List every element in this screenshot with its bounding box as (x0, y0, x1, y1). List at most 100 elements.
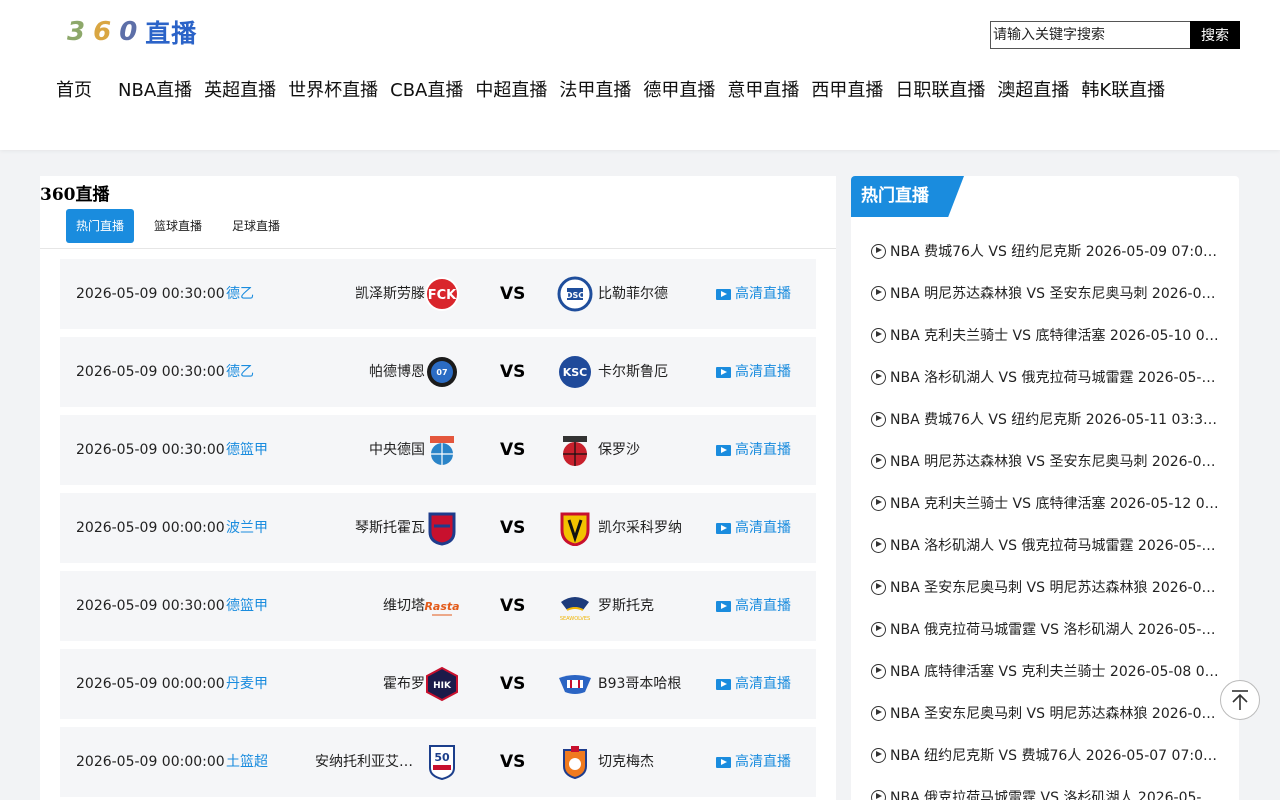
match-time: 2026-05-09 00:00:00 (76, 676, 225, 692)
svg-text:07: 07 (436, 368, 447, 377)
nav-item-world-cup[interactable]: 世界杯直播 (282, 76, 384, 106)
site-logo[interactable]: 3 6 0 直播 (67, 14, 197, 50)
hot-live-item[interactable]: NBA 纽约尼克斯 VS 费城76人 2026-05-07 07:00:00 (871, 734, 1221, 776)
hot-live-item[interactable]: NBA 明尼苏达森林狼 VS 圣安东尼奥马刺 2026-05-12 09:30:… (871, 440, 1221, 482)
away-team-logo: SEAWOLVES (557, 588, 593, 624)
hot-live-item-text: NBA 明尼苏达森林狼 VS 圣安东尼奥马刺 2026-05-10 08:00:… (890, 286, 1220, 302)
hot-live-item-text: NBA 明尼苏达森林狼 VS 圣安东尼奥马刺 2026-05-12 09:30:… (890, 454, 1220, 470)
sidebar-header: 热门直播 (851, 176, 964, 217)
vs-label: VS (500, 518, 526, 538)
home-team-name: 帕德博恩 (369, 364, 425, 380)
hd-live-link[interactable]: 高清直播 (716, 259, 791, 329)
hd-live-link[interactable]: 高清直播 (716, 649, 791, 719)
hot-live-item-text: NBA 俄克拉荷马城雷霆 VS 洛杉矶湖人 2026-05-08 09:30:0… (890, 622, 1220, 638)
match-league[interactable]: 土篮超 (226, 727, 268, 797)
away-team-name: B93哥本哈根 (598, 676, 682, 692)
hot-live-item-text: NBA 费城76人 VS 纽约尼克斯 2026-05-11 03:30:00 (890, 412, 1220, 428)
away-team-logo (557, 510, 593, 547)
page-title: 360直播 (40, 185, 110, 205)
home-team-logo: 50 (424, 744, 460, 781)
match-row: 2026-05-09 00:30:00 德乙 帕德博恩 07 VS KSC 卡尔… (60, 337, 816, 407)
hot-live-item[interactable]: NBA 洛杉矶湖人 VS 俄克拉荷马城雷霆 2026-05-12 10:30:0… (871, 524, 1221, 566)
match-league[interactable]: 丹麦甲 (226, 649, 268, 719)
hot-live-list: NBA 费城76人 VS 纽约尼克斯 2026-05-09 07:00:00 NB… (871, 230, 1221, 800)
hd-live-label: 高清直播 (735, 754, 791, 770)
nav-item-csl[interactable]: 中超直播 (469, 76, 553, 106)
tab-hot[interactable]: 热门直播 (66, 209, 135, 243)
back-to-top-button[interactable] (1220, 680, 1260, 720)
hd-live-label: 高清直播 (735, 598, 791, 614)
hot-live-item[interactable]: NBA 明尼苏达森林狼 VS 圣安东尼奥马刺 2026-05-10 08:00:… (871, 272, 1221, 314)
hot-live-item[interactable]: NBA 费城76人 VS 纽约尼克斯 2026-05-11 03:30:00 (871, 398, 1221, 440)
hot-live-item[interactable]: NBA 底特律活塞 VS 克利夫兰骑士 2026-05-08 07:00:00 (871, 650, 1221, 692)
away-team-logo (557, 666, 593, 702)
vs-label: VS (500, 752, 526, 772)
hot-live-item[interactable]: NBA 克利夫兰骑士 VS 底特律活塞 2026-05-10 03:00:00 (871, 314, 1221, 356)
nav-item-nba[interactable]: NBA直播 (112, 76, 198, 106)
hot-live-item[interactable]: NBA 圣安东尼奥马刺 VS 明尼苏达森林狼 2026-05-05 09:30:… (871, 692, 1221, 734)
arrow-up-icon (1232, 690, 1248, 710)
away-team-logo (557, 432, 593, 468)
hot-live-item[interactable]: NBA 俄克拉荷马城雷霆 VS 洛杉矶湖人 2026-05-08 09:30:0… (871, 608, 1221, 650)
hot-live-item-text: NBA 洛杉矶湖人 VS 俄克拉荷马城雷霆 2026-05-10 10:30:0… (890, 370, 1220, 386)
tab-football[interactable]: 足球直播 (222, 209, 290, 243)
search-button[interactable]: 搜索 (1190, 21, 1240, 49)
hot-live-item-text: NBA 底特律活塞 VS 克利夫兰骑士 2026-05-08 07:00:00 (890, 664, 1220, 680)
hd-live-link[interactable]: 高清直播 (716, 415, 791, 485)
svg-text:Rasta: Rasta (424, 600, 459, 613)
home-team-logo: Rasta (424, 588, 460, 624)
video-play-icon (716, 288, 731, 300)
hot-live-item[interactable]: NBA 圣安东尼奥马刺 VS 明尼苏达森林狼 2026-05-07 09:30:… (871, 566, 1221, 608)
hd-live-link[interactable]: 高清直播 (716, 337, 791, 407)
svg-text:KSC: KSC (563, 366, 588, 379)
play-circle-icon (871, 537, 886, 553)
nav-item-serie-a[interactable]: 意甲直播 (721, 76, 805, 106)
match-league[interactable]: 德篮甲 (226, 571, 268, 641)
vs-label: VS (500, 440, 526, 460)
svg-text:FCK: FCK (428, 288, 457, 303)
logo-digit: 6 (93, 17, 112, 47)
away-team-name: 切克梅杰 (598, 754, 654, 770)
search-input[interactable] (990, 21, 1190, 49)
nav-item-k-league[interactable]: 韩K联直播 (1075, 76, 1171, 106)
match-league[interactable]: 波兰甲 (226, 493, 268, 563)
home-team-logo (424, 432, 460, 468)
svg-text:SEAWOLVES: SEAWOLVES (560, 616, 590, 622)
nav-item-home[interactable]: 首页 (50, 76, 98, 106)
nav-item-bundesliga[interactable]: 德甲直播 (637, 76, 721, 106)
hd-live-link[interactable]: 高清直播 (716, 727, 791, 797)
away-team-name: 比勒菲尔德 (598, 286, 668, 302)
hot-live-item[interactable]: NBA 洛杉矶湖人 VS 俄克拉荷马城雷霆 2026-05-10 10:30:0… (871, 356, 1221, 398)
svg-text:HIK: HIK (433, 681, 452, 691)
hot-live-item-text: NBA 克利夫兰骑士 VS 底特律活塞 2026-05-12 08:00:00 (890, 496, 1220, 512)
nav-item-la-liga[interactable]: 西甲直播 (805, 76, 889, 106)
match-time: 2026-05-09 00:00:00 (76, 754, 225, 770)
away-team-name: 保罗沙 (598, 442, 640, 458)
match-row: 2026-05-09 00:30:00 德乙 凯泽斯劳滕 FCK VS DSC … (60, 259, 816, 329)
category-tabs: 热门直播 篮球直播 足球直播 (66, 209, 300, 243)
nav-item-j-league[interactable]: 日职联直播 (889, 76, 991, 106)
hd-live-link[interactable]: 高清直播 (716, 493, 791, 563)
match-league[interactable]: 德篮甲 (226, 415, 268, 485)
play-circle-icon (871, 495, 886, 511)
nav-item-premier-league[interactable]: 英超直播 (198, 76, 282, 106)
away-team-name: 凯尔采科罗纳 (598, 520, 682, 536)
match-league[interactable]: 德乙 (226, 259, 254, 329)
nav-item-a-league[interactable]: 澳超直播 (991, 76, 1075, 106)
nav-item-cba[interactable]: CBA直播 (384, 76, 469, 106)
hd-live-link[interactable]: 高清直播 (716, 571, 791, 641)
match-row: 2026-05-09 00:30:00 德篮甲 维切塔 Rasta VS SEA… (60, 571, 816, 641)
vs-label: VS (500, 362, 526, 382)
play-circle-icon (871, 369, 886, 385)
hot-live-item-text: NBA 纽约尼克斯 VS 费城76人 2026-05-07 07:00:00 (890, 748, 1220, 764)
match-league[interactable]: 德乙 (226, 337, 254, 407)
play-circle-icon (871, 705, 886, 721)
hot-live-item[interactable]: NBA 俄克拉荷马城雷霆 VS 洛杉矶湖人 2026-05-06 09:30:0… (871, 776, 1221, 800)
hot-live-item[interactable]: NBA 费城76人 VS 纽约尼克斯 2026-05-09 07:00:00 (871, 230, 1221, 272)
hot-live-item[interactable]: NBA 克利夫兰骑士 VS 底特律活塞 2026-05-12 08:00:00 (871, 482, 1221, 524)
site-header: 3 6 0 直播 搜索 首页 NBA直播 英超直播 世界杯直播 CBA直播 中超… (0, 0, 1280, 150)
play-circle-icon (871, 621, 886, 637)
home-team-name: 琴斯托霍瓦 (355, 520, 425, 536)
nav-item-ligue1[interactable]: 法甲直播 (553, 76, 637, 106)
tab-basketball[interactable]: 篮球直播 (144, 209, 212, 243)
